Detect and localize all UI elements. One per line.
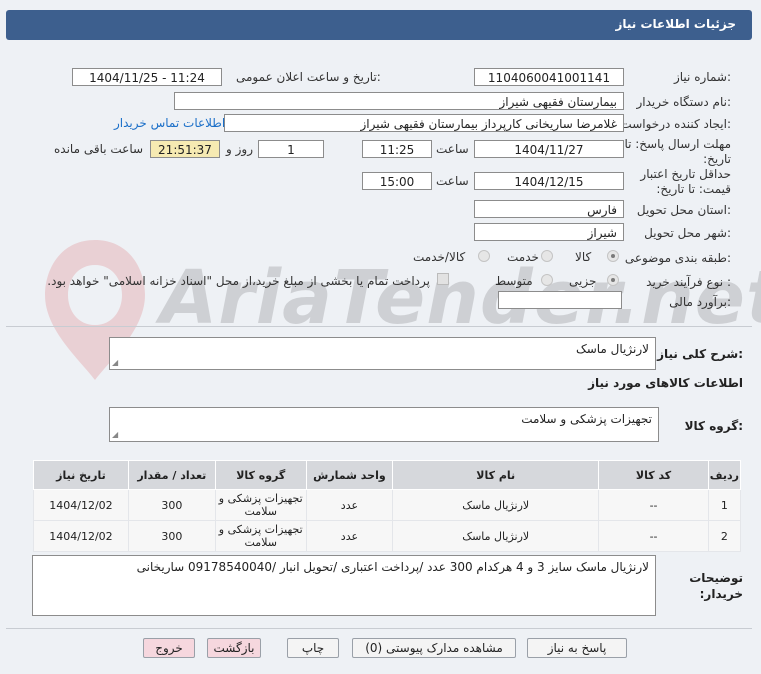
process-medium-radio[interactable] [541, 274, 553, 286]
buyer-org-label: نام دستگاه خریدار: [636, 95, 732, 109]
category-both-label: کالا/خدمت [413, 250, 466, 264]
reply-time-label: ساعت [436, 142, 469, 156]
cell-item-name: لارنژیال ماسک [392, 520, 600, 552]
cell-unit: عدد [305, 489, 394, 521]
need-description-box: لارنژیال ماسک ◢ [109, 337, 656, 370]
col-header-need-date: تاریخ نیاز [33, 460, 129, 490]
resize-grip-icon: ◢ [112, 430, 119, 439]
city-field: شیراز [474, 223, 624, 241]
exit-button[interactable]: خروج [143, 638, 195, 658]
city-label: شهر محل تحویل: [644, 226, 731, 240]
treasury-payment-checkbox[interactable] [437, 273, 449, 285]
estimate-label: برآورد مالی: [669, 295, 731, 309]
cell-item-group: تجهیزات پزشکی و سلامت [214, 520, 307, 552]
price-validity-label: حداقل تاریخ اعتبار قیمت: تا تاریخ: [640, 167, 731, 196]
process-label: نوع فرآیند خرید : [646, 275, 731, 289]
cell-need-date: 1404/12/02 [33, 520, 129, 552]
cell-item-group: تجهیزات پزشکی و سلامت [214, 489, 307, 521]
cell-item-code: -- [598, 520, 709, 552]
price-validity-date-field: 1404/12/15 [474, 172, 624, 190]
col-header-unit: واحد شمارش [305, 460, 394, 490]
need-number-field: 1104060041001141 [474, 68, 624, 86]
need-description-text: لارنژیال ماسک [575, 342, 649, 356]
resize-grip-icon: ◢ [112, 358, 119, 367]
buyer-notes-box: لارنژیال ماسک سایز 3 و 4 هرکدام 300 عدد … [32, 555, 656, 616]
category-service-radio[interactable] [541, 250, 553, 262]
price-validity-time-field: 15:00 [362, 172, 432, 190]
goods-group-text: تجهیزات پزشکی و سلامت [521, 412, 652, 426]
estimate-field[interactable] [498, 291, 622, 309]
cell-need-date: 1404/12/02 [33, 489, 129, 521]
section-divider [6, 326, 752, 327]
col-header-item-code: کد کالا [598, 460, 709, 490]
category-goods-label: کالا [575, 250, 592, 264]
remaining-time-field: 21:51:37 [150, 140, 220, 158]
items-table: ردیف کد کالا نام کالا واحد شمارش گروه کا… [33, 460, 742, 552]
reply-button[interactable]: پاسخ به نیاز [527, 638, 627, 658]
reply-date-field: 1404/11/27 [474, 140, 624, 158]
process-medium-label: متوسط [495, 274, 533, 288]
province-field: فارس [474, 200, 624, 218]
cell-quantity: 300 [127, 520, 216, 552]
reply-days-field: 1 [258, 140, 324, 158]
category-service-label: خدمت [507, 250, 539, 264]
back-button[interactable]: بازگشت [207, 638, 261, 658]
cell-item-name: لارنژیال ماسک [392, 489, 600, 521]
requester-field: غلامرضا ساریخانی کارپرداز بیمارستان فقیه… [224, 114, 624, 132]
buyer-notes-label: توضیحات خریدار: [689, 571, 743, 601]
goods-section-title: اطلاعات کالاهای مورد نیاز [588, 376, 743, 390]
col-header-item-group: گروه کالا [214, 460, 307, 490]
need-number-label: شماره نیاز: [673, 70, 731, 84]
table-row[interactable]: 1 -- لارنژیال ماسک عدد تجهیزات پزشکی و س… [33, 489, 742, 521]
buyer-contact-link[interactable]: اطلاعات تماس خریدار [114, 116, 225, 130]
announce-datetime-field: 1404/11/25 - 11:24 [72, 68, 222, 86]
cell-quantity: 300 [127, 489, 216, 521]
category-both-radio[interactable] [478, 250, 490, 262]
footer-divider [6, 628, 752, 629]
col-header-row-number: ردیف [707, 460, 742, 490]
province-label: استان محل تحویل: [636, 203, 731, 217]
cell-row-number: 1 [707, 489, 742, 521]
col-header-item-name: نام کالا [392, 460, 600, 490]
cell-unit: عدد [305, 520, 394, 552]
category-goods-radio[interactable] [607, 250, 619, 262]
requester-label: ایجاد کننده درخواست: [620, 117, 731, 131]
reply-days-label: روز و [226, 142, 253, 156]
cell-row-number: 2 [707, 520, 742, 552]
buyer-org-field: بیمارستان فقیهی شیراز [174, 92, 624, 110]
col-header-quantity: تعداد / مقدار [127, 460, 216, 490]
cell-item-code: -- [598, 489, 709, 521]
category-label: طبقه بندی موضوعی: [624, 251, 731, 265]
remaining-time-label: ساعت باقی مانده [54, 142, 144, 156]
treasury-payment-note: پرداخت تمام یا بخشی از مبلغ خرید،از محل … [47, 274, 430, 288]
process-minor-label: جزیی [569, 274, 597, 288]
table-header-row: ردیف کد کالا نام کالا واحد شمارش گروه کا… [33, 460, 742, 490]
announce-datetime-label: تاریخ و ساعت اعلان عمومی: [236, 70, 381, 84]
page-title: جزئیات اطلاعات نیاز [615, 17, 736, 31]
table-row[interactable]: 2 -- لارنژیال ماسک عدد تجهیزات پزشکی و س… [33, 520, 742, 552]
goods-group-label: گروه کالا: [684, 419, 743, 433]
reply-deadline-label: مهلت ارسال پاسخ: تا تاریخ: [624, 137, 731, 166]
view-attachments-button[interactable]: مشاهده مدارک پیوستی (0) [352, 638, 516, 658]
need-description-label: شرح کلی نیاز: [657, 347, 743, 361]
price-validity-time-label: ساعت [436, 174, 469, 188]
process-minor-radio[interactable] [607, 274, 619, 286]
page-header: جزئیات اطلاعات نیاز [6, 10, 752, 40]
goods-group-box: تجهیزات پزشکی و سلامت ◢ [109, 407, 659, 442]
buyer-notes-text: لارنژیال ماسک سایز 3 و 4 هرکدام 300 عدد … [136, 560, 649, 574]
print-button[interactable]: چاپ [287, 638, 339, 658]
reply-time-field: 11:25 [362, 140, 432, 158]
